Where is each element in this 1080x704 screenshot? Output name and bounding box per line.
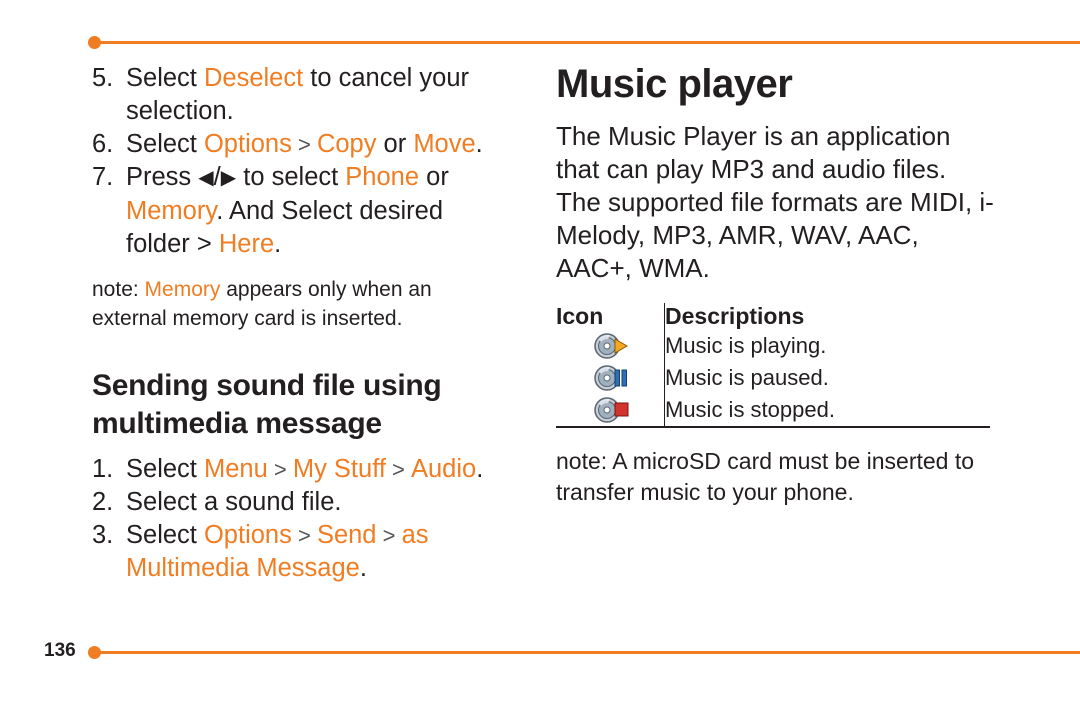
note-microsd: note: A microSD card must be inserted to… bbox=[556, 448, 975, 505]
step-number: 5. bbox=[92, 64, 114, 92]
note-memory: note: Memory appears only when an extern… bbox=[92, 278, 432, 330]
page-title: Music player bbox=[556, 62, 793, 106]
table-cell-description: Music is paused. bbox=[665, 365, 829, 390]
table-row: Music is paused. bbox=[556, 362, 990, 394]
left-column: 5. Select Deselect to cancel your select… bbox=[92, 62, 512, 585]
cd-stop-icon-svg bbox=[594, 397, 629, 423]
list-item: 7. Press ◀/▶ to select Phone or Memory. … bbox=[92, 161, 512, 261]
table-row: Music is stopped. bbox=[556, 394, 990, 428]
steps-list-continued: 5. Select Deselect to cancel your select… bbox=[92, 62, 512, 261]
table-header-row: Icon Descriptions bbox=[556, 303, 990, 330]
table-cell-description: Music is playing. bbox=[665, 333, 827, 358]
column-header-icon: Icon bbox=[556, 303, 665, 330]
step-text: Select a sound file. bbox=[126, 488, 342, 516]
step-number: 6. bbox=[92, 130, 114, 158]
cd-play-icon bbox=[556, 330, 665, 362]
manual-page: 136 5. Select Deselect to cancel your se… bbox=[0, 0, 1080, 704]
step-text: Select Menu > My Stuff > Audio. bbox=[126, 455, 484, 483]
section-subheading: Sending sound file using multimedia mess… bbox=[92, 369, 442, 440]
table-row: Music is playing. bbox=[556, 330, 990, 362]
page-number: 136 bbox=[44, 640, 76, 661]
list-item: 1. Select Menu > My Stuff > Audio. bbox=[92, 453, 512, 486]
cd-play-icon-svg bbox=[594, 333, 628, 359]
list-item: 2. Select a sound file. bbox=[92, 486, 512, 519]
cd-pause-icon bbox=[556, 362, 665, 394]
list-item: 6. Select Options > Copy or Move. bbox=[92, 128, 512, 161]
step-text: Select Options > Copy or Move. bbox=[126, 130, 483, 158]
icon-description-table: Icon Descriptions Music is playing. Musi… bbox=[556, 303, 990, 428]
table-cell-description: Music is stopped. bbox=[664, 394, 990, 428]
cd-pause-icon-svg bbox=[594, 365, 627, 391]
steps-list-mms: 1. Select Menu > My Stuff > Audio. 2. Se… bbox=[92, 453, 512, 585]
step-number: 1. bbox=[92, 455, 114, 483]
step-number: 7. bbox=[92, 163, 114, 191]
step-text: Select Options > Send > as Multimedia Me… bbox=[126, 521, 429, 582]
bottom-rule bbox=[96, 651, 1080, 654]
list-item: 3. Select Options > Send > as Multimedia… bbox=[92, 519, 512, 585]
cd-stop-icon bbox=[556, 394, 665, 428]
intro-paragraph: The Music Player is an application that … bbox=[556, 121, 994, 283]
step-number: 3. bbox=[92, 521, 114, 549]
top-rule bbox=[96, 41, 1080, 44]
right-column: Music player The Music Player is an appl… bbox=[556, 62, 996, 508]
step-text: Press ◀/▶ to select Phone or Memory. And… bbox=[126, 163, 449, 258]
step-number: 2. bbox=[92, 488, 114, 516]
list-item: 5. Select Deselect to cancel your select… bbox=[92, 62, 512, 128]
column-header-descriptions: Descriptions bbox=[665, 303, 805, 329]
step-text: Select Deselect to cancel your selection… bbox=[126, 64, 470, 125]
